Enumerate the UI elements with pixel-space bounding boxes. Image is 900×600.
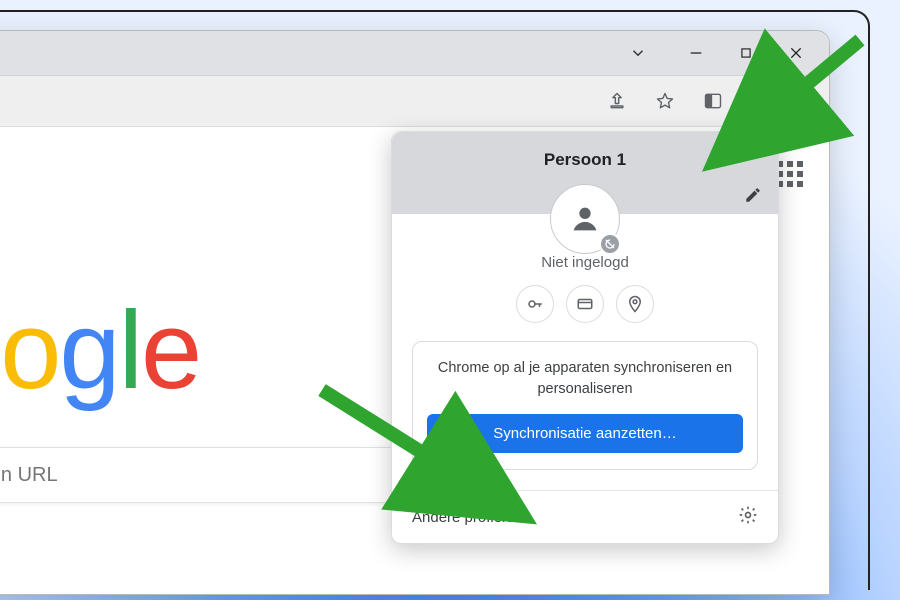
window-minimize-button[interactable] (671, 31, 721, 75)
profile-popup-header: Persoon 1 (392, 132, 778, 214)
google-logo: oogle (0, 287, 200, 414)
share-icon (607, 91, 627, 111)
manage-profiles-button[interactable] (738, 505, 758, 529)
sync-off-badge-icon (599, 233, 621, 255)
other-profiles-label: Andere profielen (412, 509, 522, 526)
bookmark-button[interactable] (645, 81, 685, 121)
person-icon (568, 202, 602, 236)
profile-button[interactable] (741, 81, 781, 121)
payments-shortcut[interactable] (566, 285, 604, 323)
profile-icon (751, 91, 771, 111)
profile-avatar[interactable] (550, 184, 620, 254)
chevron-down-icon (629, 44, 647, 62)
profile-signin-status: Niet ingelogd (392, 254, 778, 271)
sidepanel-icon (703, 91, 723, 111)
close-icon (788, 45, 804, 61)
profile-popup: Persoon 1 Niet ingelogd (391, 131, 779, 544)
search-box[interactable]: p een URL (0, 447, 441, 503)
sidepanel-button[interactable] (693, 81, 733, 121)
google-apps-button[interactable] (777, 161, 803, 187)
maximize-icon (739, 46, 753, 60)
search-placeholder: p een URL (0, 464, 400, 487)
profile-shortcuts (392, 285, 778, 323)
addresses-shortcut[interactable] (616, 285, 654, 323)
payment-icon (576, 295, 594, 313)
minimize-icon (688, 45, 704, 61)
sync-promo-box: Chrome op al je apparaten synchroniseren… (412, 341, 758, 470)
pencil-icon (744, 186, 762, 204)
browser-menu-button[interactable] (789, 81, 819, 121)
window-close-button[interactable] (771, 31, 821, 75)
key-icon (526, 295, 544, 313)
window-titlebar (0, 31, 829, 75)
gear-icon (738, 505, 758, 525)
kebab-menu-icon (794, 91, 814, 111)
location-icon (626, 295, 644, 313)
tab-search-button[interactable] (613, 31, 663, 75)
browser-toolbar (0, 75, 829, 127)
other-profiles-row: Andere profielen (392, 491, 778, 543)
edit-profile-button[interactable] (744, 186, 762, 208)
share-button[interactable] (597, 81, 637, 121)
turn-on-sync-button[interactable]: Synchronisatie aanzetten… (427, 414, 743, 453)
window-maximize-button[interactable] (721, 31, 771, 75)
passwords-shortcut[interactable] (516, 285, 554, 323)
page-content: oogle p een URL Persoon 1 (0, 127, 829, 594)
profile-name: Persoon 1 (412, 150, 758, 170)
star-icon (655, 91, 675, 111)
chrome-window: oogle p een URL Persoon 1 (0, 30, 830, 595)
sync-promo-message: Chrome op al je apparaten synchroniseren… (427, 358, 743, 400)
